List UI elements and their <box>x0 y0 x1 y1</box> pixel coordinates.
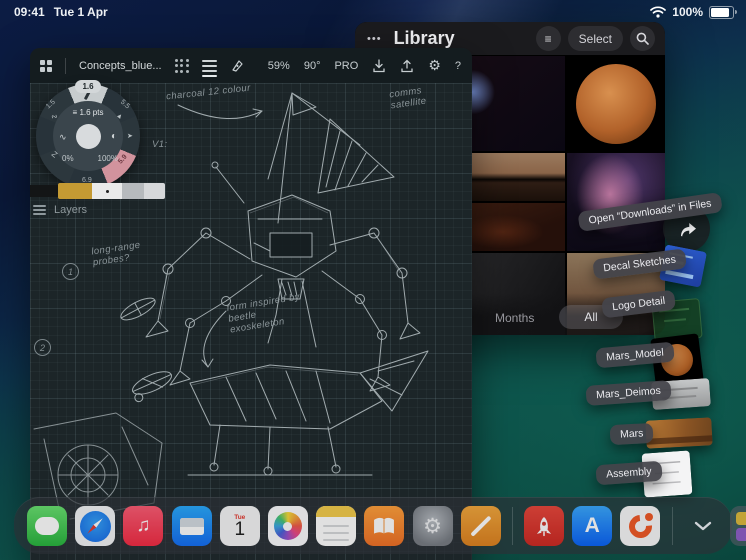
opacity-max: 100% <box>97 154 118 163</box>
battery-icon <box>709 5 737 19</box>
speech-bubble-icon <box>35 517 59 535</box>
mars-planet-image <box>576 63 656 144</box>
annotation-number-2: 2 <box>34 339 51 356</box>
dock-app-books[interactable] <box>364 506 405 546</box>
color-swatch-bar <box>30 182 165 200</box>
dock-app-library[interactable] <box>730 506 746 546</box>
dock: ♫ Tue 1 ⚙ A <box>14 497 746 554</box>
appstore-a-icon: A <box>584 514 600 537</box>
date: Tue 1 Apr <box>53 5 108 19</box>
app-library-grid-icon <box>735 511 746 541</box>
envelope-icon <box>179 517 204 535</box>
dock-app-mail[interactable] <box>171 506 212 546</box>
dock-app-appstore[interactable]: A <box>572 506 613 546</box>
dock-app-settings[interactable]: ⚙ <box>412 506 453 546</box>
tool-wheel[interactable]: 1.5 5.5 6.9 5.9 ∿ ▲ ➤ Z ▱ ▮ ≡ 1.6 pts ∿ … <box>36 80 140 188</box>
dock-app-rocket[interactable] <box>524 506 565 546</box>
chevron-down-icon <box>694 521 712 531</box>
status-bar: 09:41 Tue 1 Apr 100% <box>0 0 746 24</box>
concepts-toolbar: Concepts_blue... 59% 90° PRO ⚙ ? <box>30 48 472 83</box>
battery-percent: 100% <box>672 5 703 19</box>
tool-wheel-center[interactable]: ≡ 1.6 pts ∿ ◐ 0% 100% <box>53 101 123 171</box>
dock-app-calendar[interactable]: Tue 1 <box>219 506 260 546</box>
dock-app-music[interactable]: ♫ <box>123 506 164 546</box>
smoothing-icon: ◐ <box>110 131 117 142</box>
dock-app-c-logo[interactable] <box>620 506 661 546</box>
pro-badge[interactable]: PRO <box>334 60 358 72</box>
rocket-icon <box>536 517 552 537</box>
drag-item-mars[interactable]: Mars <box>609 422 654 446</box>
gallery-icon[interactable] <box>40 59 52 72</box>
swatch-gold[interactable] <box>58 183 92 199</box>
drag-label: Mars <box>609 422 654 446</box>
filter-button[interactable]: ≡ <box>535 26 561 51</box>
flower-icon <box>273 512 302 540</box>
drag-item-mars-deimos[interactable]: Mars_Deimos <box>585 380 672 406</box>
dock-app-notes[interactable] <box>316 506 357 546</box>
document-title[interactable]: Concepts_blue... <box>79 60 162 72</box>
export-icon[interactable] <box>400 59 414 73</box>
dock-app-concepts-pen[interactable] <box>460 506 501 546</box>
open-book-icon <box>374 517 395 534</box>
pen-icon <box>470 515 492 537</box>
layers-label: Layers <box>54 204 88 216</box>
ipad-screen: 09:41 Tue 1 Apr 100% Months All ••• Libr… <box>0 0 746 560</box>
drawing-canvas[interactable]: charcoal 12 colour comms satellite V1: lo… <box>30 80 472 560</box>
music-note-icon: ♫ <box>136 515 151 536</box>
dock-app-photos[interactable] <box>267 506 308 546</box>
clock: 09:41 <box>14 5 45 19</box>
pen-mode-icon[interactable] <box>230 58 245 73</box>
dock-divider <box>671 507 673 545</box>
rotation-value[interactable]: 90° <box>304 60 321 72</box>
forward-arrow-icon <box>680 222 696 236</box>
swatch-black[interactable] <box>30 185 58 197</box>
dock-divider <box>511 507 513 545</box>
stroke-width-value: 1.6 pts <box>79 108 104 117</box>
search-icon <box>636 32 649 45</box>
library-title: Library <box>393 28 455 48</box>
settings-gear-icon[interactable]: ⚙ <box>428 57 441 74</box>
more-options-icon[interactable]: ••• <box>367 33 382 45</box>
gear-icon: ⚙ <box>423 514 442 538</box>
segment-months[interactable]: Months <box>495 311 534 325</box>
active-size-badge: 1.6 <box>75 80 101 93</box>
help-button[interactable]: ? <box>455 60 461 72</box>
swatch-silver[interactable] <box>144 183 165 199</box>
dock-app-messages[interactable] <box>27 506 67 546</box>
zoom-level[interactable]: 59% <box>268 60 290 72</box>
swatch-gray[interactable] <box>122 183 144 199</box>
calendar-day: 1 <box>234 518 246 540</box>
notes-header <box>316 506 357 517</box>
grid-settings-icon[interactable] <box>174 58 189 73</box>
concepts-app-window: Concepts_blue... 59% 90° PRO ⚙ ? charcoa… <box>30 48 472 560</box>
opacity-min: 0% <box>62 154 74 163</box>
selection-tool-icon: ➤ <box>127 133 133 140</box>
import-icon[interactable] <box>372 58 386 73</box>
tools-menu-icon[interactable] <box>201 59 217 77</box>
toolbar-divider <box>65 57 66 74</box>
annotation-v1: V1: <box>152 139 168 150</box>
wifi-icon <box>650 6 667 18</box>
drag-item-assembly[interactable]: Assembly <box>595 460 663 486</box>
dock-collapse-chevron[interactable] <box>690 521 716 531</box>
swatch-white-selected[interactable] <box>92 183 122 199</box>
search-button[interactable] <box>630 26 655 51</box>
drag-thumb-mars[interactable] <box>645 417 713 449</box>
layers-button[interactable]: Layers <box>33 204 87 216</box>
dock-app-safari[interactable] <box>75 506 116 546</box>
layers-icon <box>33 205 46 215</box>
pressure-icon: ∿ <box>59 132 67 142</box>
photo-thumbnail-mars-planet[interactable] <box>567 56 665 151</box>
annotation-number-1: 1 <box>62 263 79 280</box>
compass-icon <box>79 510 111 542</box>
select-button[interactable]: Select <box>567 26 623 51</box>
color-well[interactable] <box>75 123 101 149</box>
